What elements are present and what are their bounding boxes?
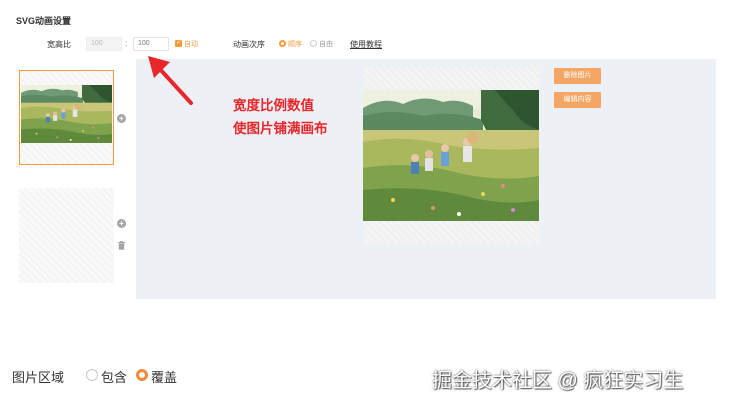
area-cover-radio[interactable] — [136, 369, 148, 381]
image-area-label: 图片区域 — [12, 370, 65, 385]
artboard-image[interactable] — [363, 90, 539, 221]
trash-icon[interactable] — [117, 241, 126, 250]
plus-circle-icon[interactable]: + — [117, 114, 126, 123]
annotation-text-line1: 宽度比例数值 — [233, 98, 314, 113]
watermark: 掘金技术社区 @ 疯狂实习生 — [432, 370, 684, 392]
annotation-arrow-icon — [148, 56, 193, 105]
delete-image-button[interactable]: 删除图片 — [554, 68, 601, 84]
area-contain-label[interactable]: 包含 — [101, 367, 127, 386]
aspect-ratio-width-input[interactable]: 100 — [86, 37, 122, 51]
frame-thumbnail-empty[interactable] — [19, 188, 114, 283]
area-cover-label[interactable]: 覆盖 — [151, 367, 177, 386]
order-free-radio[interactable] — [310, 40, 317, 47]
tutorial-link[interactable]: 使用教程 — [350, 39, 382, 50]
auto-checkbox[interactable]: ✓ — [175, 40, 182, 47]
frame-thumbnail-selected[interactable] — [19, 70, 114, 165]
aspect-ratio-label: 宽高比 — [47, 40, 71, 49]
aspect-ratio-separator: : — [125, 39, 128, 48]
annotation-text-line2: 使图片铺满画布 — [233, 121, 328, 136]
order-sequential-radio[interactable] — [279, 40, 286, 47]
page-title: SVG动画设置 — [16, 16, 72, 26]
edit-content-button[interactable]: 编辑内容 — [554, 92, 601, 108]
frame-thumbnail-image — [21, 85, 112, 143]
area-contain-radio[interactable] — [86, 369, 98, 381]
plus-circle-icon[interactable]: + — [117, 219, 126, 228]
checkmark-icon: ✓ — [175, 40, 182, 46]
order-free-label[interactable]: 自由 — [319, 39, 333, 49]
order-sequential-label[interactable]: 顺序 — [288, 39, 302, 49]
